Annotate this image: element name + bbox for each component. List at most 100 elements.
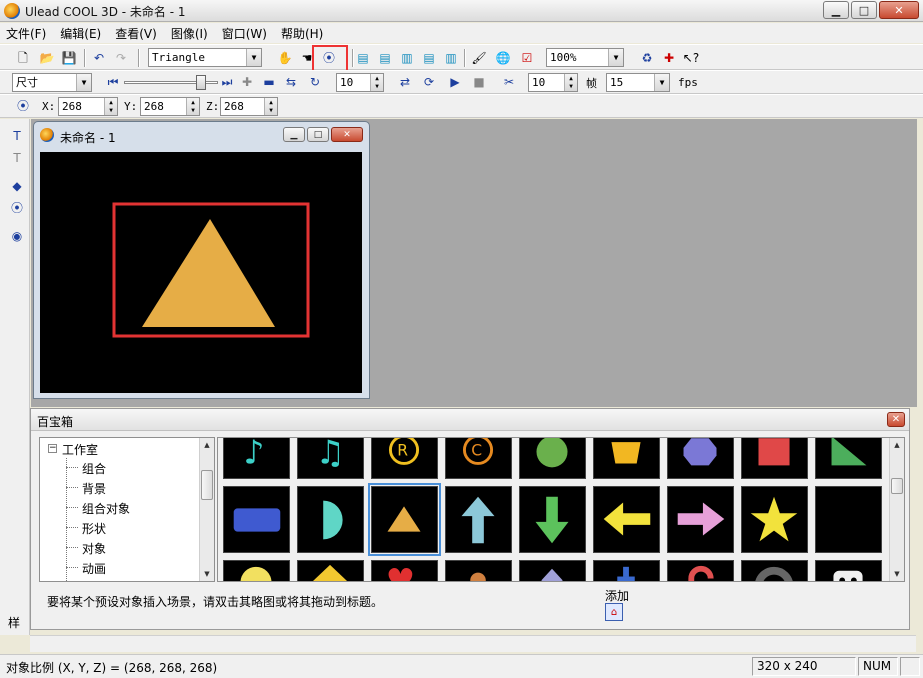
export-button[interactable]: ✚ <box>660 49 678 67</box>
thumb-music-note[interactable]: ♪ <box>223 438 290 479</box>
select-object-button[interactable]: ⦿ <box>8 199 26 217</box>
x-field[interactable]: 268 ▲ ▼ <box>58 97 118 116</box>
thumb-red-heart[interactable]: ♥ <box>371 560 438 581</box>
menu-window[interactable]: 窗口(W) <box>222 25 267 42</box>
add-keyframe-button[interactable]: ✚ <box>238 73 256 91</box>
thumb-red-square[interactable] <box>741 438 808 479</box>
menu-edit[interactable]: 编辑(E) <box>60 25 101 42</box>
insert-text-button[interactable]: T <box>8 127 26 145</box>
thumb-yellow-crescent[interactable] <box>815 486 882 553</box>
menu-help[interactable]: 帮助(H) <box>281 25 323 42</box>
thumb-cyan-up-arrow[interactable] <box>445 486 512 553</box>
view-top-button[interactable]: ▤ <box>376 49 394 67</box>
menu-file[interactable]: 文件(F) <box>6 25 46 42</box>
reverse-keyframe-button[interactable]: ⇆ <box>282 73 300 91</box>
view-back-button[interactable]: ▥ <box>442 49 460 67</box>
maximize-button[interactable]: □ <box>851 1 877 19</box>
thumb-music-notes[interactable]: ♫ <box>297 438 364 479</box>
plugin-button[interactable]: ♻ <box>638 49 656 67</box>
scroll-down-icon[interactable]: ▼ <box>890 567 904 581</box>
view-object-button[interactable]: ◉ <box>8 227 26 245</box>
thumb-white-face[interactable] <box>815 560 882 581</box>
tree-expander[interactable]: − <box>48 444 57 453</box>
globe-button[interactable]: 🌐 <box>494 49 512 67</box>
timeline-slider[interactable] <box>124 75 218 91</box>
thumb-candy-cane[interactable] <box>667 560 734 581</box>
spin-buttons[interactable]: ▲ ▼ <box>564 74 577 91</box>
tree-item-shape[interactable]: 形状 <box>82 520 106 537</box>
first-frame-button[interactable]: ⏮ <box>104 73 122 91</box>
doc-maximize-button[interactable]: □ <box>307 127 329 142</box>
play-button[interactable]: ▶ <box>446 73 464 91</box>
remove-keyframe-button[interactable]: ▬ <box>260 73 278 91</box>
scroll-down-icon[interactable]: ▼ <box>200 567 214 581</box>
workspace-hscroll[interactable] <box>30 635 916 652</box>
object-combo[interactable]: Triangle ▼ <box>148 48 262 67</box>
scroll-up-icon[interactable]: ▲ <box>200 438 214 452</box>
help-pointer-button[interactable]: ↖? <box>682 49 700 67</box>
thumb-purple-octagon[interactable] <box>667 438 734 479</box>
undo-button[interactable]: ↶ <box>90 49 108 67</box>
thumb-copyright[interactable]: C <box>445 438 512 479</box>
last-frame-button[interactable]: ⏭ <box>218 73 236 91</box>
spin-buttons[interactable]: ▲ ▼ <box>264 98 277 115</box>
repeat-button[interactable]: ⟳ <box>420 73 438 91</box>
frame-field[interactable]: 10 ▲ ▼ <box>336 73 384 92</box>
thumb-blue-rounded-rect[interactable] <box>223 486 290 553</box>
new-file-button[interactable]: 🗋 <box>14 49 32 67</box>
scene-canvas[interactable] <box>40 152 362 393</box>
thumb-yellow-left-arrow[interactable] <box>593 486 660 553</box>
tree-item-animation[interactable]: 动画 <box>82 560 106 577</box>
thumb-yellow-star[interactable] <box>741 486 808 553</box>
thumb-orange-triangle[interactable] <box>368 483 441 556</box>
thumb-pink-right-arrow[interactable] <box>667 486 734 553</box>
attribute-combo[interactable]: 尺寸 ▼ <box>12 73 92 92</box>
tree-root[interactable]: 工作室 <box>62 441 98 458</box>
view-stack-button[interactable]: ▤ <box>420 49 438 67</box>
z-field[interactable]: 268 ▲ ▼ <box>220 97 278 116</box>
edit-checkbox-button[interactable]: ☑ <box>518 49 536 67</box>
thumb-green-right-triangle[interactable] <box>815 438 882 479</box>
thumb-green-circle[interactable] <box>519 438 586 479</box>
position-mode-button[interactable]: ⦿ <box>14 97 32 115</box>
scroll-thumb[interactable] <box>201 470 213 500</box>
speed-field[interactable]: 10 ▲ ▼ <box>528 73 578 92</box>
scroll-up-icon[interactable]: ▲ <box>890 438 904 452</box>
ping-pong-button[interactable]: ⇄ <box>396 73 414 91</box>
thumb-green-down-arrow[interactable] <box>519 486 586 553</box>
thumbnail-scrollbar[interactable]: ▲ ▼ <box>889 438 904 581</box>
save-button[interactable]: 💾 <box>60 49 78 67</box>
thumb-purple-diamond[interactable] <box>519 560 586 581</box>
thumb-blue-bottle[interactable] <box>593 560 660 581</box>
pan-hand-button[interactable]: ✋ <box>276 49 294 67</box>
easy-palette-close-button[interactable]: ✕ <box>887 412 905 427</box>
view-side-button[interactable]: ▥ <box>398 49 416 67</box>
thumb-tire[interactable] <box>741 560 808 581</box>
spin-buttons[interactable]: ▲ ▼ <box>104 98 117 115</box>
spin-buttons[interactable]: ▲ ▼ <box>186 98 199 115</box>
speed-button[interactable]: ✂ <box>500 73 518 91</box>
tree-item-background[interactable]: 背景 <box>82 480 106 497</box>
tree-scrollbar[interactable]: ▲ ▼ <box>199 438 214 581</box>
thumb-orange-ball[interactable] <box>445 560 512 581</box>
edit-text-button[interactable]: T <box>8 149 26 167</box>
left-tab-label[interactable]: 样 <box>8 614 30 634</box>
open-file-button[interactable]: 📂 <box>38 49 56 67</box>
fps-combo[interactable]: 15 ▼ <box>606 73 670 92</box>
close-button[interactable]: ✕ <box>879 1 919 19</box>
doc-minimize-button[interactable]: ▁ <box>283 127 305 142</box>
thumb-yellow-diamond[interactable] <box>297 560 364 581</box>
triangle-object[interactable] <box>142 219 275 327</box>
tree-item-combo[interactable]: 组合 <box>82 460 106 477</box>
redo-button[interactable]: ↷ <box>112 49 130 67</box>
insert-geometry-button[interactable]: ◆ <box>8 177 26 195</box>
tree-item-object[interactable]: 对象 <box>82 540 106 557</box>
zoom-combo[interactable]: 100% ▼ <box>546 48 624 67</box>
view-front-button[interactable]: ▤ <box>354 49 372 67</box>
thumb-yellow-pentagon[interactable] <box>593 438 660 479</box>
thumb-cyan-half-circle[interactable] <box>297 486 364 553</box>
menu-image[interactable]: 图像(I) <box>171 25 208 42</box>
loop-button[interactable]: ↻ <box>306 73 324 91</box>
y-field[interactable]: 268 ▲ ▼ <box>140 97 200 116</box>
add-to-library-button[interactable]: ⌂ <box>605 603 623 621</box>
